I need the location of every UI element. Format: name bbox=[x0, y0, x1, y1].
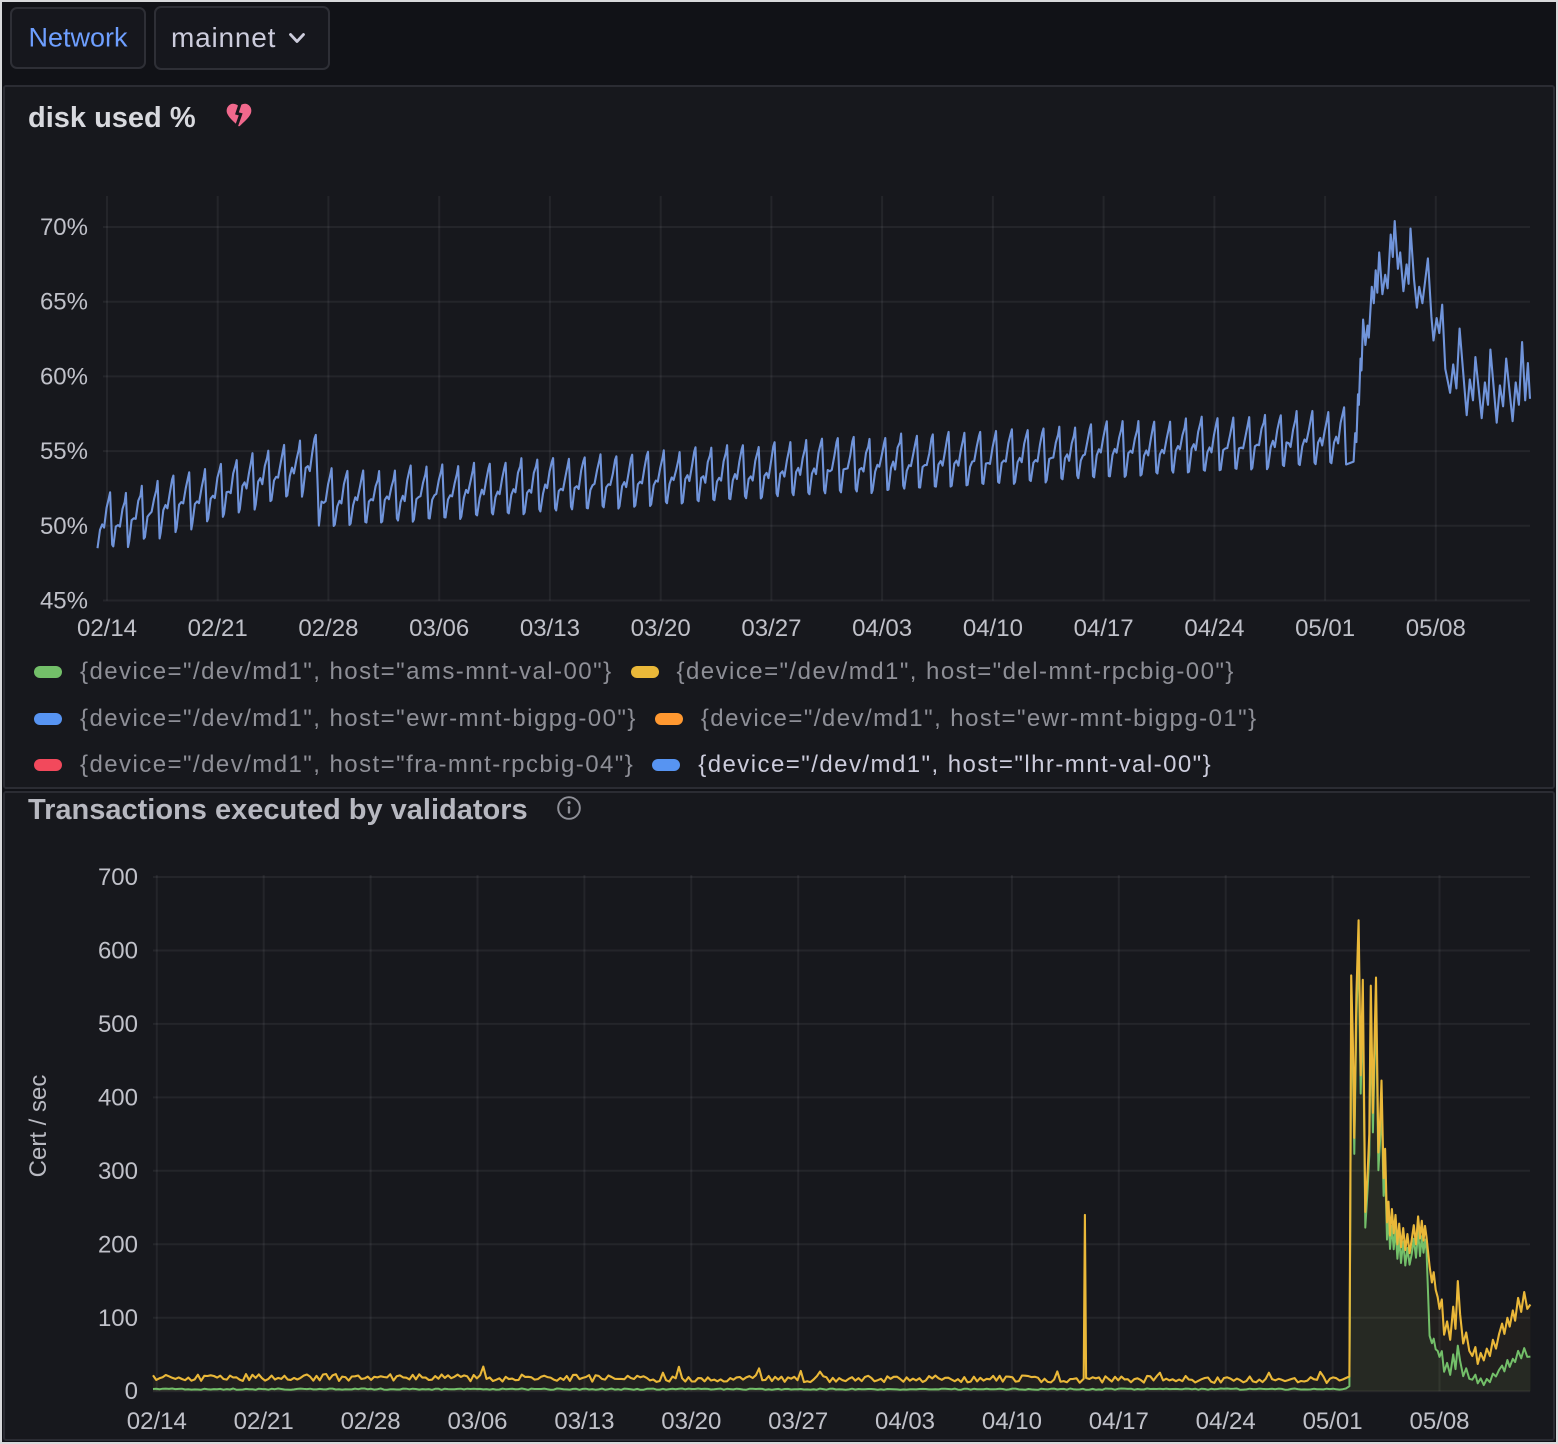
svg-text:04/10: 04/10 bbox=[982, 1408, 1042, 1435]
svg-text:04/24: 04/24 bbox=[1196, 1408, 1256, 1435]
svg-text:04/03: 04/03 bbox=[875, 1408, 935, 1435]
svg-text:300: 300 bbox=[98, 1158, 138, 1185]
svg-text:04/03: 04/03 bbox=[852, 615, 912, 642]
svg-text:0: 0 bbox=[125, 1378, 138, 1405]
svg-text:03/20: 03/20 bbox=[661, 1408, 721, 1435]
svg-text:03/27: 03/27 bbox=[768, 1408, 828, 1435]
svg-text:55%: 55% bbox=[40, 438, 88, 465]
svg-text:65%: 65% bbox=[40, 289, 88, 316]
svg-text:04/17: 04/17 bbox=[1074, 615, 1134, 642]
svg-text:03/06: 03/06 bbox=[409, 615, 469, 642]
svg-text:400: 400 bbox=[98, 1084, 138, 1111]
svg-text:03/06: 03/06 bbox=[447, 1408, 507, 1435]
svg-text:05/08: 05/08 bbox=[1409, 1408, 1469, 1435]
svg-text:03/20: 03/20 bbox=[631, 615, 691, 642]
svg-text:05/08: 05/08 bbox=[1406, 615, 1466, 642]
svg-text:70%: 70% bbox=[40, 214, 88, 241]
svg-text:50%: 50% bbox=[40, 513, 88, 540]
svg-text:03/13: 03/13 bbox=[520, 615, 580, 642]
svg-text:60%: 60% bbox=[40, 363, 88, 390]
svg-text:03/27: 03/27 bbox=[741, 615, 801, 642]
svg-text:02/14: 02/14 bbox=[77, 615, 137, 642]
svg-text:02/28: 02/28 bbox=[341, 1408, 401, 1435]
svg-text:700: 700 bbox=[98, 864, 138, 891]
svg-text:02/28: 02/28 bbox=[298, 615, 358, 642]
svg-text:04/17: 04/17 bbox=[1089, 1408, 1149, 1435]
svg-text:200: 200 bbox=[98, 1231, 138, 1258]
svg-text:100: 100 bbox=[98, 1305, 138, 1332]
svg-text:45%: 45% bbox=[40, 588, 88, 615]
svg-text:500: 500 bbox=[98, 1011, 138, 1038]
svg-text:03/13: 03/13 bbox=[554, 1408, 614, 1435]
svg-text:04/24: 04/24 bbox=[1184, 615, 1244, 642]
svg-text:05/01: 05/01 bbox=[1295, 615, 1355, 642]
svg-text:02/21: 02/21 bbox=[188, 615, 248, 642]
svg-text:600: 600 bbox=[98, 938, 138, 965]
svg-text:05/01: 05/01 bbox=[1303, 1408, 1363, 1435]
svg-text:02/21: 02/21 bbox=[234, 1408, 294, 1435]
svg-text:02/14: 02/14 bbox=[127, 1408, 187, 1435]
svg-text:04/10: 04/10 bbox=[963, 615, 1023, 642]
